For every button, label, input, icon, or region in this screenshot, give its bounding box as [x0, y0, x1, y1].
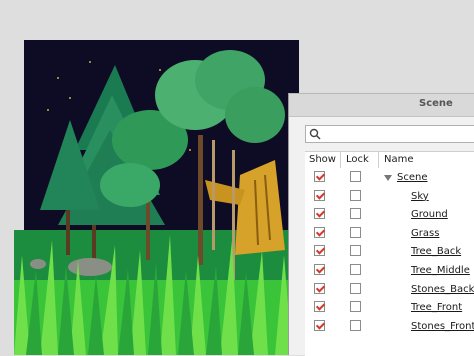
layer-row[interactable]: Grass — [305, 225, 474, 243]
layer-name[interactable]: Stones_Back — [411, 284, 474, 295]
search-input[interactable] — [324, 127, 474, 141]
search-box[interactable] — [305, 125, 474, 143]
show-checkbox[interactable] — [314, 189, 325, 201]
column-lock[interactable]: Lock — [346, 154, 369, 165]
panel-title: Scene — [419, 98, 453, 109]
show-checkbox[interactable] — [314, 226, 325, 238]
column-divider[interactable] — [378, 152, 379, 168]
layer-name[interactable]: Tree_Back — [411, 246, 461, 257]
show-checkbox[interactable] — [314, 264, 325, 275]
layer-name[interactable]: Ground — [411, 209, 448, 220]
layer-row[interactable]: Sky — [305, 188, 474, 206]
layer-row[interactable]: Tree_Middle — [305, 262, 474, 280]
layer-row[interactable]: Stones_Front — [305, 318, 474, 336]
lock-checkbox[interactable] — [350, 189, 361, 201]
layer-name[interactable]: Tree_Middle — [411, 265, 470, 276]
panel-title-bar: Scene — [289, 94, 474, 117]
column-show[interactable]: Show — [309, 154, 336, 165]
show-checkbox[interactable] — [314, 171, 325, 182]
layer-name[interactable]: Sky — [411, 191, 429, 202]
lock-checkbox[interactable] — [350, 245, 361, 257]
layer-name[interactable]: Tree_Front — [411, 302, 462, 313]
lock-checkbox[interactable] — [350, 171, 361, 182]
layer-row[interactable]: Ground — [305, 206, 474, 224]
triangle-down-icon[interactable] — [384, 175, 392, 181]
layer-list: Scene Sky Ground Grass Tree_Back Tree_Middle S… — [305, 168, 474, 356]
show-checkbox[interactable] — [314, 301, 325, 313]
column-name[interactable]: Name — [384, 154, 414, 165]
layer-row[interactable]: Scene — [305, 169, 474, 187]
show-checkbox[interactable] — [314, 208, 325, 220]
search-icon — [309, 128, 321, 140]
column-divider[interactable] — [340, 152, 341, 168]
lock-checkbox[interactable] — [350, 282, 361, 294]
lock-checkbox[interactable] — [350, 264, 361, 275]
layer-table-header: Show Lock Name — [305, 151, 474, 169]
layer-name[interactable]: Scene — [397, 172, 428, 183]
show-checkbox[interactable] — [314, 282, 325, 294]
show-checkbox[interactable] — [314, 245, 325, 257]
layer-row[interactable]: Tree_Back — [305, 243, 474, 261]
show-checkbox[interactable] — [314, 319, 325, 331]
layer-name[interactable]: Grass — [411, 228, 439, 239]
lock-checkbox[interactable] — [350, 319, 361, 331]
lock-checkbox[interactable] — [350, 301, 361, 313]
layer-row[interactable]: Stones_Back — [305, 281, 474, 299]
lock-checkbox[interactable] — [350, 208, 361, 220]
layer-row[interactable]: Tree_Front — [305, 299, 474, 317]
scene-panel: Scene Show Lock Name Scene Sky Ground Grass… — [288, 93, 474, 356]
lock-checkbox[interactable] — [350, 226, 361, 238]
layer-name[interactable]: Stones_Front — [411, 321, 474, 332]
